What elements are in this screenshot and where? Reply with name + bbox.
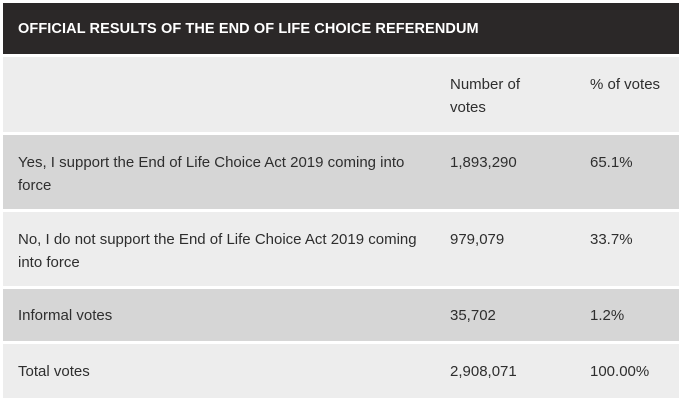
header-option bbox=[3, 73, 435, 132]
row-percent: 100.00% bbox=[590, 362, 650, 380]
row-percent: 33.7% bbox=[590, 231, 633, 248]
row-percent: 1.2% bbox=[590, 306, 625, 324]
row-votes: 979,079 bbox=[450, 231, 505, 248]
row-label: No, I do not support the End of Life Cho… bbox=[18, 231, 417, 271]
table-row-total: Total votes 2,908,071 100.00% bbox=[3, 341, 679, 398]
table-title-text: OFFICIAL RESULTS OF THE END OF LIFE CHOI… bbox=[18, 20, 479, 37]
row-votes: 1,893,290 bbox=[450, 154, 517, 171]
header-number-of-votes: Number of votes bbox=[450, 76, 521, 116]
row-label: Total votes bbox=[18, 362, 90, 380]
row-label: Yes, I support the End of Life Choice Ac… bbox=[18, 154, 405, 194]
table-row-yes: Yes, I support the End of Life Choice Ac… bbox=[3, 132, 679, 209]
row-votes: 35,702 bbox=[450, 306, 496, 324]
header-percent-of-votes: % of votes bbox=[590, 76, 661, 93]
referendum-results-table: OFFICIAL RESULTS OF THE END OF LIFE CHOI… bbox=[3, 3, 679, 398]
row-percent: 65.1% bbox=[590, 154, 633, 171]
table-row-informal: Informal votes 35,702 1.2% bbox=[3, 286, 679, 341]
table-row-no: No, I do not support the End of Life Cho… bbox=[3, 209, 679, 286]
row-votes: 2,908,071 bbox=[450, 362, 517, 380]
row-label: Informal votes bbox=[18, 306, 113, 324]
table-title: OFFICIAL RESULTS OF THE END OF LIFE CHOI… bbox=[3, 3, 679, 54]
table-header-row: Number of votes % of votes bbox=[3, 54, 679, 132]
